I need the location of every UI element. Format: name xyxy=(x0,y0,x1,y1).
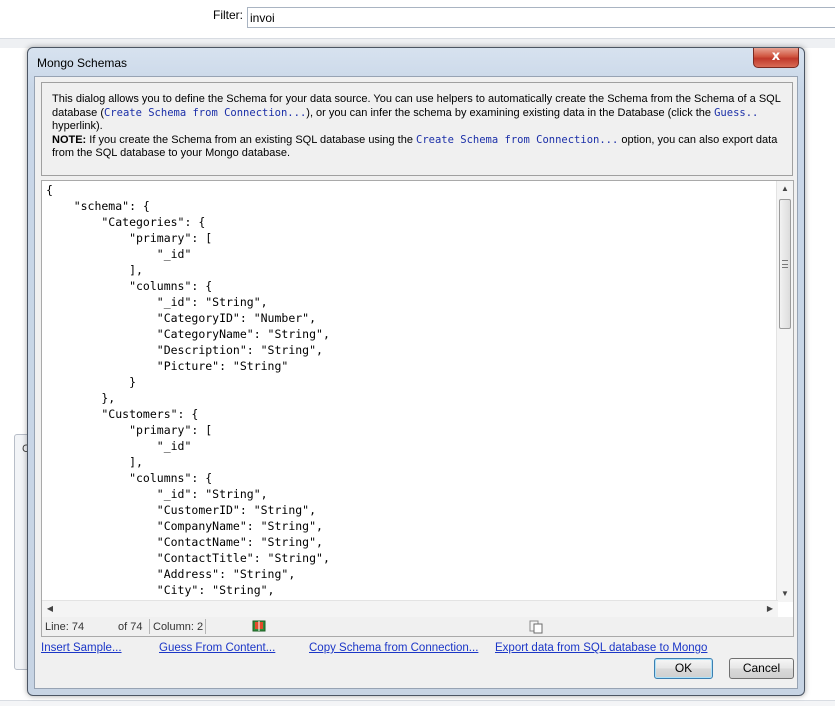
info-panel: This dialog allows you to define the Sch… xyxy=(41,82,793,176)
code-line[interactable]: "CategoryID": "Number", xyxy=(46,310,330,326)
code-line[interactable]: "Picture": "String" xyxy=(46,358,330,374)
grip-icon xyxy=(782,260,788,268)
code-line[interactable]: "Description": "String", xyxy=(46,342,330,358)
guess-from-content-link[interactable]: Guess From Content... xyxy=(159,642,275,654)
code-line[interactable]: "schema": { xyxy=(46,198,330,214)
note-label: NOTE: xyxy=(52,133,87,146)
status-separator xyxy=(149,619,150,634)
horizontal-scrollbar[interactable]: ◀ ▶ xyxy=(42,600,778,617)
close-icon: x xyxy=(771,49,781,64)
scroll-right-icon[interactable]: ▶ xyxy=(762,601,778,617)
info-code-guess: Guess.. xyxy=(714,106,759,119)
schema-editor[interactable]: { "schema": { "Categories": { "primary":… xyxy=(41,180,794,618)
note-text: NOTE: If you create the Schema from an e… xyxy=(52,134,782,161)
mongo-schemas-dialog: Mongo Schemas x This dialog allows you t… xyxy=(27,47,805,696)
code-line[interactable]: "_id": "String", xyxy=(46,294,330,310)
copy-schema-from-connection-link[interactable]: Copy Schema from Connection... xyxy=(309,642,478,654)
book-icon[interactable] xyxy=(252,619,266,633)
insert-sample-link[interactable]: Insert Sample... xyxy=(41,642,122,654)
code-line[interactable]: "CustomerID": "String", xyxy=(46,502,330,518)
scroll-left-icon[interactable]: ◀ xyxy=(42,601,58,617)
copy-icon[interactable] xyxy=(529,620,543,634)
code-line[interactable]: { xyxy=(46,182,330,198)
export-data-to-mongo-link[interactable]: Export data from SQL database to Mongo xyxy=(495,642,707,654)
code-line[interactable]: "columns": { xyxy=(46,278,330,294)
status-line: Line: 74 xyxy=(45,621,85,633)
vertical-scrollbar[interactable]: ▲ ▼ xyxy=(776,181,793,602)
code-line[interactable]: "CompanyName": "String", xyxy=(46,518,330,534)
note-text-1: If you create the Schema from an existin… xyxy=(86,133,417,146)
code-line[interactable]: "primary": [ xyxy=(46,230,330,246)
code-line[interactable]: "ContactName": "String", xyxy=(46,534,330,550)
dialog-client-area: This dialog allows you to define the Sch… xyxy=(34,76,798,689)
code-line[interactable]: "CategoryName": "String", xyxy=(46,326,330,342)
status-separator xyxy=(205,619,206,634)
info-code-create-schema: Create Schema from Connection... xyxy=(103,106,307,119)
code-line[interactable]: } xyxy=(46,374,330,390)
filter-input[interactable] xyxy=(247,7,835,28)
info-text-3: hyperlink). xyxy=(52,120,103,132)
code-line[interactable]: "_id" xyxy=(46,246,330,262)
filter-label-text: Filter: xyxy=(213,8,243,22)
code-line[interactable]: "primary": [ xyxy=(46,422,330,438)
code-line[interactable]: ], xyxy=(46,454,330,470)
info-text: This dialog allows you to define the Sch… xyxy=(52,93,782,134)
ok-button[interactable]: OK xyxy=(654,658,713,679)
note-code-create-schema: Create Schema from Connection... xyxy=(416,133,619,146)
status-column: Column: 2 xyxy=(153,621,204,633)
code-line[interactable]: "Address": "String", xyxy=(46,566,330,582)
background-bottom xyxy=(0,700,835,706)
scroll-up-icon[interactable]: ▲ xyxy=(777,181,793,197)
info-text-2: ), or you can infer the schema by examin… xyxy=(306,106,715,119)
cancel-button[interactable]: Cancel xyxy=(729,658,794,679)
code-line[interactable]: "_id" xyxy=(46,438,330,454)
code-line[interactable]: "ContactTitle": "String", xyxy=(46,550,330,566)
code-line[interactable]: "_id": "String", xyxy=(46,486,330,502)
status-line-count: of 74 xyxy=(118,621,143,633)
code-line[interactable]: "Customers": { xyxy=(46,406,330,422)
code-line[interactable]: "Categories": { xyxy=(46,214,330,230)
code-line[interactable]: ], xyxy=(46,262,330,278)
code-line[interactable]: }, xyxy=(46,390,330,406)
dialog-title: Mongo Schemas xyxy=(37,56,128,70)
code-line[interactable]: "columns": { xyxy=(46,470,330,486)
scroll-down-icon[interactable]: ▼ xyxy=(777,586,793,602)
schema-code[interactable]: { "schema": { "Categories": { "primary":… xyxy=(46,182,330,598)
scroll-thumb[interactable] xyxy=(779,199,791,329)
editor-status-bar: Line: 74 of 74 Column: 2 xyxy=(41,617,794,637)
close-button[interactable]: x xyxy=(753,48,799,68)
code-line[interactable]: "City": "String", xyxy=(46,582,330,598)
